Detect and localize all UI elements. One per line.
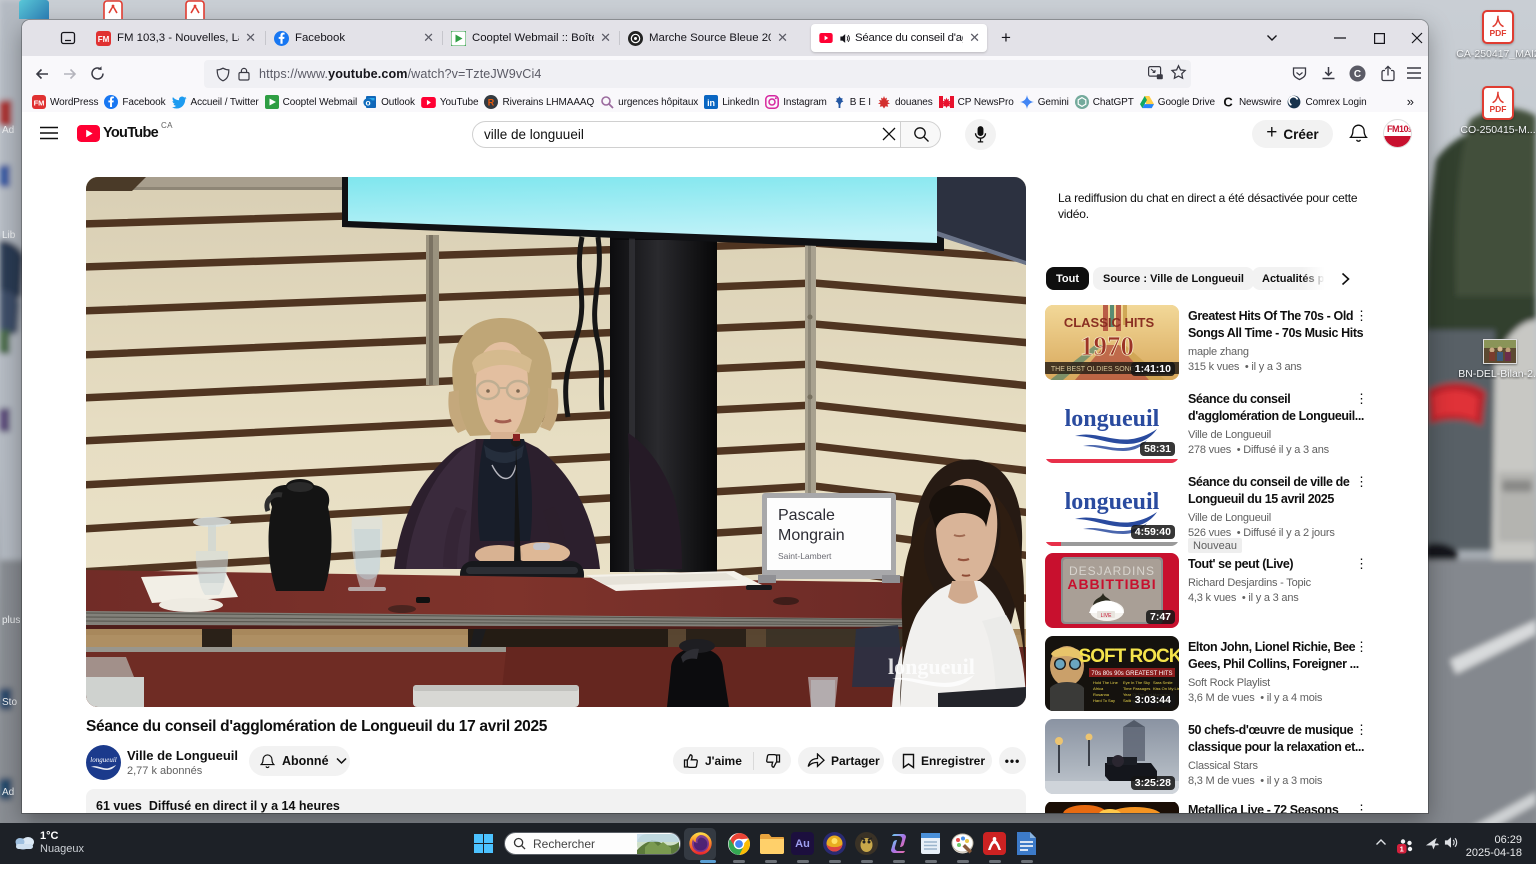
svg-text:longueuil: longueuil	[1065, 489, 1160, 515]
svg-text:Eye In The Sky: Eye In The Sky	[1123, 680, 1150, 685]
svg-text:Sara Smile: Sara Smile	[1153, 680, 1173, 685]
svg-text:ABBITTIBBI: ABBITTIBBI	[1067, 576, 1156, 592]
svg-text:Sto: Sto	[2, 697, 17, 708]
svg-text:R: R	[488, 97, 495, 107]
svg-text:Lib: Lib	[2, 230, 16, 241]
svg-text:in: in	[707, 98, 715, 108]
svg-text:Ad: Ad	[2, 125, 14, 136]
svg-text:SOFT ROCK: SOFT ROCK	[1079, 646, 1179, 667]
svg-text:1970: 1970	[1080, 331, 1134, 361]
svg-text:Hold The Line: Hold The Line	[1093, 680, 1119, 685]
svg-text:Time Passages: Time Passages	[1123, 686, 1150, 691]
svg-text:Rosanna: Rosanna	[1093, 692, 1110, 697]
svg-text:Hard To Say: Hard To Say	[1093, 698, 1115, 703]
svg-text:C: C	[1354, 69, 1361, 80]
svg-text:longueuil: longueuil	[888, 654, 975, 679]
svg-text:plus: plus	[2, 615, 20, 626]
svg-text:FM: FM	[34, 99, 45, 108]
svg-text:C: C	[1223, 95, 1233, 109]
svg-text:FM: FM	[98, 35, 110, 44]
svg-text:1: 1	[1400, 844, 1404, 853]
svg-text:THE BEST OLDIES SONG: THE BEST OLDIES SONG	[1051, 366, 1135, 373]
svg-text:LIVE: LIVE	[1101, 613, 1113, 619]
svg-text:Africa: Africa	[1093, 686, 1104, 691]
svg-text:70s 80s 90s GREATEST HITS: 70s 80s 90s GREATEST HITS	[1091, 671, 1172, 677]
svg-text:CLASSIC HITS: CLASSIC HITS	[1064, 315, 1155, 330]
svg-text:Mongrain: Mongrain	[778, 527, 845, 544]
svg-text:Pascale: Pascale	[778, 507, 835, 524]
svg-text:longueuil: longueuil	[1065, 406, 1160, 432]
svg-text:Ad: Ad	[2, 787, 14, 798]
svg-text:Kiss On My List: Kiss On My List	[1153, 686, 1179, 691]
svg-text:Saint-Lambert: Saint-Lambert	[778, 551, 832, 561]
svg-text:o: o	[366, 98, 371, 108]
